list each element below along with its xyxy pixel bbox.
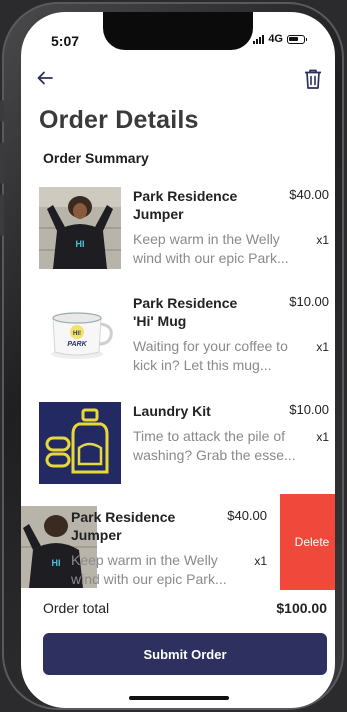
volume-down-button: [0, 194, 4, 236]
item-price: $40.00: [227, 508, 267, 523]
network-label: 4G: [268, 33, 283, 45]
order-total-value: $100.00: [276, 600, 327, 616]
signal-icon: [253, 34, 265, 44]
item-price: $10.00: [289, 294, 329, 309]
item-description: Keep warm in the Welly wind with our epi…: [133, 231, 289, 266]
phone-frame: 5:07 4G Order Details Order Summary HI P…: [0, 2, 344, 710]
item-name: Park Residence Jumper: [71, 509, 176, 543]
item-quantity: x1: [316, 430, 329, 444]
page-title: Order Details: [39, 106, 199, 134]
person-in-hoodie-photo: HI: [39, 187, 121, 269]
svg-text:PARK: PARK: [67, 341, 87, 348]
trash-icon[interactable]: [303, 68, 323, 90]
item-quantity: x1: [316, 233, 329, 247]
order-summary-heading: Order Summary: [43, 150, 149, 166]
item-quantity: x1: [316, 340, 329, 354]
svg-text:HI: HI: [52, 558, 61, 568]
item-quantity: x1: [254, 554, 267, 568]
enamel-mug-photo: HI! PARK: [39, 294, 121, 376]
back-arrow-icon[interactable]: [35, 68, 55, 88]
item-price: $40.00: [289, 187, 329, 202]
notch: [103, 12, 253, 50]
item-description: Time to attack the pile of washing? Grab…: [133, 428, 296, 463]
swipeable-order-item[interactable]: HI Park Residence Jumper $40.00 Keep war…: [21, 494, 335, 590]
item-price: $10.00: [289, 402, 329, 417]
item-name: Park Residence 'Hi' Mug: [133, 295, 238, 329]
status-indicators: 4G: [253, 33, 307, 45]
item-description: Waiting for your coffee to kick in? Let …: [133, 338, 288, 373]
battery-icon: [287, 34, 307, 44]
item-name: Park Residence Jumper: [133, 188, 238, 222]
mute-switch: [0, 100, 4, 122]
order-item[interactable]: HI Park Residence Jumper $40.00 Keep war…: [21, 494, 273, 590]
order-total-label: Order total: [43, 600, 110, 616]
home-indicator: [129, 696, 229, 700]
volume-up-button: [0, 142, 4, 184]
order-item[interactable]: HI! PARK Park Residence 'Hi' Mug $10.00 …: [21, 294, 335, 390]
submit-order-button[interactable]: Submit Order: [43, 633, 327, 675]
item-name: Laundry Kit: [133, 403, 211, 419]
laundry-bottle-illustration: [39, 402, 121, 484]
status-time: 5:07: [51, 33, 80, 49]
svg-text:HI!: HI!: [73, 331, 81, 337]
app-screen: 5:07 4G Order Details Order Summary HI P…: [21, 12, 335, 708]
order-item[interactable]: HI Park Residence Jumper $40.00 Keep war…: [21, 187, 335, 283]
svg-text:HI: HI: [76, 239, 85, 249]
item-description: Keep warm in the Welly wind with our epi…: [71, 552, 227, 587]
order-item[interactable]: Laundry Kit $10.00 Time to attack the pi…: [21, 402, 335, 498]
delete-item-button[interactable]: Delete: [280, 494, 335, 590]
